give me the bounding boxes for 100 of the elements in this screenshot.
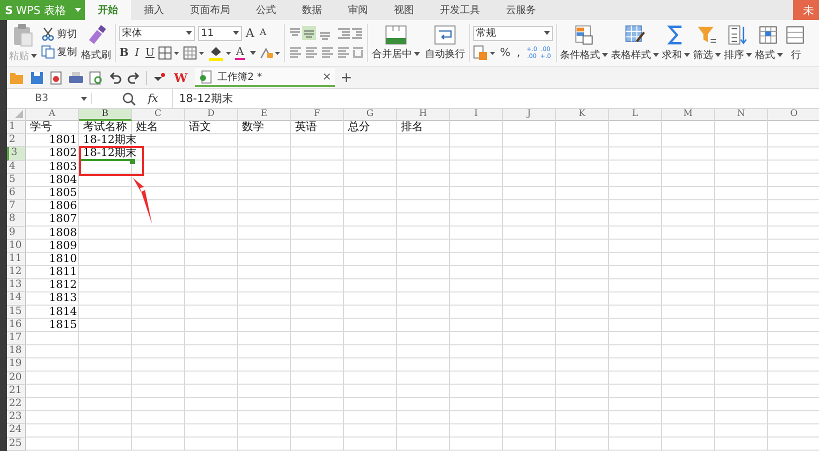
column-header[interactable]: K (556, 109, 609, 121)
app-logo[interactable]: W (171, 70, 190, 84)
ribbon-tab[interactable]: 页面布局 (177, 0, 243, 20)
caret-icon[interactable] (544, 31, 550, 35)
row-header[interactable]: 9 (7, 226, 26, 240)
column-header[interactable]: F (291, 109, 344, 121)
row-header[interactable]: 24 (7, 424, 26, 438)
ribbon-tab[interactable]: 数据 (289, 0, 335, 20)
grow-font-button[interactable]: A (245, 26, 255, 40)
font-name-dropdown[interactable]: 宋体 (119, 26, 195, 40)
row-header[interactable]: 12 (7, 266, 26, 280)
sum-button[interactable]: 求和 (662, 24, 690, 62)
column-header[interactable]: C (132, 109, 185, 121)
column-header[interactable]: D (185, 109, 238, 121)
number-style-button[interactable]: , (513, 46, 524, 59)
name-box[interactable]: B3 (7, 93, 92, 104)
caret-icon[interactable] (414, 52, 420, 56)
row-header[interactable]: 23 (7, 411, 26, 424)
format-button[interactable]: 格式 (755, 24, 783, 62)
ribbon-tab[interactable]: 开始 (85, 0, 131, 20)
new-tab-button[interactable]: + (340, 70, 352, 86)
column-header[interactable]: O (768, 109, 819, 121)
ribbon-tab[interactable]: 开发工具 (427, 0, 493, 20)
fill-handle[interactable] (130, 158, 135, 164)
row-header[interactable]: 2 (7, 134, 26, 148)
row-header[interactable]: 1 (7, 121, 26, 134)
pdf-icon[interactable] (49, 70, 63, 84)
undo-icon[interactable] (108, 70, 122, 84)
caret-icon[interactable] (75, 8, 81, 12)
redo-icon[interactable] (127, 70, 141, 84)
caret-icon[interactable] (250, 50, 256, 54)
row-header[interactable]: 22 (7, 398, 26, 412)
caret-icon[interactable] (186, 31, 192, 35)
row-header[interactable]: 17 (7, 332, 26, 346)
cell-style-icon[interactable] (183, 46, 205, 60)
row-header[interactable]: 10 (7, 240, 26, 253)
merge-center-button[interactable]: 合并居中 (371, 25, 421, 61)
caret-icon[interactable] (653, 53, 659, 57)
ribbon-tab[interactable]: 插入 (131, 0, 177, 20)
row-header[interactable]: 7 (7, 200, 26, 214)
row-header[interactable]: 5 (7, 174, 26, 187)
fill-color-icon[interactable] (208, 44, 232, 60)
number-style-button[interactable]: % (500, 46, 510, 59)
font-size-dropdown[interactable]: 11 (198, 26, 242, 40)
row-header[interactable]: 4 (7, 160, 26, 174)
caret-icon[interactable] (81, 96, 87, 100)
alignment-icons[interactable] (288, 26, 364, 60)
row-header[interactable]: 20 (7, 372, 26, 385)
caret-icon[interactable] (684, 53, 690, 57)
column-header[interactable]: J (503, 109, 556, 121)
column-header[interactable]: H (397, 109, 450, 121)
print-preview-icon[interactable] (89, 70, 103, 84)
sort-button[interactable]: 排序 (724, 24, 752, 62)
row-header[interactable]: 21 (7, 384, 26, 398)
ribbon-tab[interactable]: 云服务 (493, 0, 549, 20)
insert-function-button[interactable]: fx (142, 92, 164, 105)
caret-icon[interactable] (746, 53, 752, 57)
cut-button[interactable]: 剪切 (41, 27, 77, 41)
ribbon-tab[interactable]: 视图 (381, 0, 427, 20)
column-header[interactable]: I (450, 109, 503, 121)
table-button[interactable]: 表格样式 (611, 24, 659, 62)
row-header[interactable]: 16 (7, 318, 26, 332)
row-header[interactable]: 19 (7, 358, 26, 372)
caret-icon[interactable] (777, 53, 783, 57)
font-color-button[interactable]: A (235, 46, 245, 60)
row-header[interactable]: 6 (7, 186, 26, 200)
column-header[interactable]: N (715, 109, 768, 121)
close-tab-button[interactable]: × (322, 70, 332, 83)
row-header[interactable]: 11 (7, 252, 26, 266)
row-header[interactable]: 25 (7, 438, 26, 451)
conditional-button[interactable]: 条件格式 (560, 24, 608, 62)
italic-button[interactable]: I (132, 46, 142, 59)
borders-icon[interactable] (158, 46, 180, 60)
row-button[interactable]: 行 (786, 24, 806, 62)
filter-button[interactable]: 筛选 (693, 24, 721, 62)
bold-button[interactable]: B (119, 46, 129, 59)
column-header[interactable]: A (26, 109, 79, 121)
column-header[interactable]: B (79, 109, 132, 121)
formula-field[interactable]: 18-12期末 (172, 89, 819, 108)
ribbon-tab[interactable]: 审阅 (335, 0, 381, 20)
currency-format-icon[interactable] (473, 44, 497, 60)
caret-icon[interactable] (602, 53, 608, 57)
shrink-font-button[interactable]: A (258, 28, 268, 38)
number-format-dropdown[interactable]: 常规 (473, 26, 553, 40)
format-painter-button[interactable]: 格式刷 (80, 24, 112, 62)
save-icon[interactable] (30, 70, 44, 84)
wrap-text-button[interactable]: 自动换行 (424, 25, 466, 61)
row-header[interactable]: 18 (7, 345, 26, 358)
copy-button[interactable]: 复制 (41, 45, 77, 59)
print-icon[interactable] (68, 70, 84, 84)
row-header[interactable]: 13 (7, 279, 26, 292)
app-menu-button[interactable]: S WPS 表格 (0, 0, 85, 20)
row-header[interactable]: 8 (7, 213, 26, 226)
clear-format-icon[interactable] (259, 46, 281, 60)
caret-icon[interactable] (233, 31, 239, 35)
customize-toolbar-icon[interactable] (152, 72, 166, 84)
caret-icon[interactable] (715, 53, 721, 57)
column-header[interactable]: L (609, 109, 662, 121)
column-header[interactable]: G (344, 109, 397, 121)
document-tab[interactable]: 工作簿2 * × (195, 68, 336, 87)
